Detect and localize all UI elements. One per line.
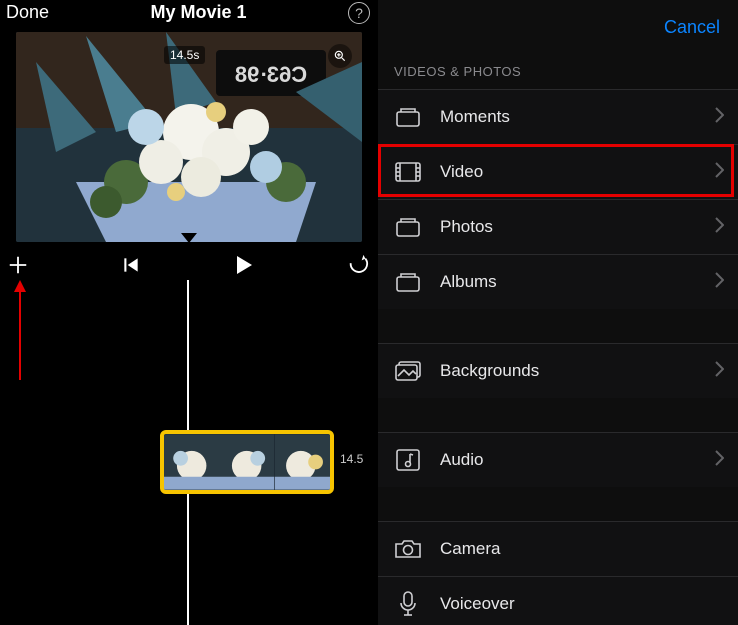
done-button[interactable]: Done	[6, 2, 49, 23]
row-moments[interactable]: Moments	[378, 89, 738, 144]
row-label: Audio	[440, 450, 715, 470]
clip-duration-label: 14.5	[340, 452, 363, 466]
transport-bar	[0, 242, 378, 282]
row-albums[interactable]: Albums	[378, 254, 738, 309]
row-label: Photos	[440, 217, 715, 237]
voiceover-icon	[394, 591, 422, 617]
audio-icon	[394, 449, 422, 471]
row-label: Albums	[440, 272, 715, 292]
row-voiceover[interactable]: Voiceover	[378, 576, 738, 625]
chevron-right-icon	[715, 107, 724, 128]
chevron-right-icon	[715, 217, 724, 238]
chevron-right-icon	[715, 162, 724, 183]
undo-button[interactable]	[346, 254, 370, 276]
row-photos[interactable]: Photos	[378, 199, 738, 254]
timeline[interactable]: 14.5	[0, 280, 378, 625]
row-backgrounds[interactable]: Backgrounds	[378, 343, 738, 398]
add-media-button[interactable]	[6, 253, 30, 277]
editor-header: Done My Movie 1 ?	[0, 0, 378, 30]
row-camera[interactable]: Camera	[378, 521, 738, 576]
help-icon[interactable]: ?	[348, 2, 370, 24]
svg-text:C63·98: C63·98	[235, 62, 307, 87]
row-label: Backgrounds	[440, 361, 715, 381]
video-preview[interactable]: C63·98 14.5s	[16, 32, 362, 242]
timeline-clip[interactable]	[160, 430, 334, 494]
skip-start-button[interactable]	[121, 255, 141, 275]
media-picker-pane: Cancel VIDEOS & PHOTOS Moments Video Pho…	[378, 0, 738, 625]
chevron-right-icon	[715, 450, 724, 471]
row-video[interactable]: Video	[378, 144, 738, 199]
section-label-videos-photos: VIDEOS & PHOTOS	[378, 50, 738, 89]
row-label: Voiceover	[440, 594, 724, 614]
row-label: Camera	[440, 539, 724, 559]
row-label: Video	[440, 162, 715, 182]
moments-icon	[394, 107, 422, 127]
duration-badge: 14.5s	[164, 46, 205, 64]
camera-icon	[394, 539, 422, 559]
video-icon	[394, 162, 422, 182]
backgrounds-icon	[394, 361, 422, 381]
playhead-pointer	[181, 233, 197, 242]
picker-header: Cancel	[378, 0, 738, 50]
albums-icon	[394, 272, 422, 292]
row-label: Moments	[440, 107, 715, 127]
chevron-right-icon	[715, 272, 724, 293]
photos-icon	[394, 217, 422, 237]
row-audio[interactable]: Audio	[378, 432, 738, 487]
editor-pane: Done My Movie 1 ? C63·98	[0, 0, 378, 625]
cancel-button[interactable]: Cancel	[664, 17, 720, 38]
play-button[interactable]	[231, 253, 255, 277]
chevron-right-icon	[715, 361, 724, 382]
zoom-icon[interactable]	[328, 44, 352, 68]
project-title: My Movie 1	[151, 2, 247, 23]
